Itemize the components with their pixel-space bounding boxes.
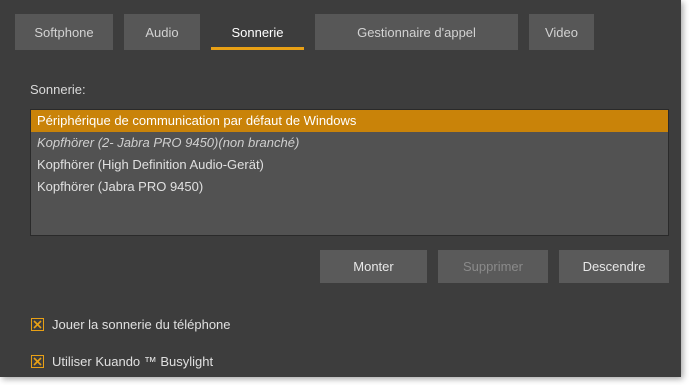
checkmark-icon (33, 357, 42, 366)
tab-label: Sonnerie (231, 24, 284, 40)
tab-label: Video (544, 24, 578, 40)
move-up-button[interactable]: Monter (320, 250, 427, 283)
tab-label: Gestionnaire d'appel (357, 24, 476, 40)
list-item[interactable]: Kopfhörer (2- Jabra PRO 9450)(non branch… (31, 132, 668, 154)
tab-sonnerie[interactable]: Sonnerie (211, 14, 304, 50)
tab-audio[interactable]: Audio (124, 14, 200, 50)
tab-softphone[interactable]: Softphone (15, 14, 113, 50)
tab-label: Audio (145, 24, 179, 40)
list-item[interactable]: Kopfhörer (Jabra PRO 9450) (31, 176, 668, 198)
busylight-label: Utiliser Kuando ™ Busylight (52, 354, 214, 369)
busylight-checkbox[interactable] (31, 355, 44, 368)
play-ring-checkbox[interactable] (31, 318, 44, 331)
list-item[interactable]: Périphérique de communication par défaut… (31, 110, 668, 132)
ringtone-device-list[interactable]: Périphérique de communication par défaut… (30, 109, 669, 236)
list-item[interactable]: Kopfhörer (High Definition Audio-Gerät) (31, 154, 668, 176)
play-ring-label: Jouer la sonnerie du téléphone (52, 317, 231, 332)
checkmark-icon (33, 320, 42, 329)
tab-call-manager[interactable]: Gestionnaire d'appel (315, 14, 518, 50)
tab-label: Softphone (34, 24, 94, 40)
tab-bar: Softphone Audio Sonnerie Gestionnaire d'… (0, 0, 681, 50)
delete-button[interactable]: Supprimer (438, 250, 548, 283)
tab-video[interactable]: Video (529, 14, 594, 50)
busylight-option[interactable]: Utiliser Kuando ™ Busylight (31, 354, 213, 369)
play-ring-option[interactable]: Jouer la sonnerie du téléphone (31, 317, 231, 332)
settings-window: Softphone Audio Sonnerie Gestionnaire d'… (0, 0, 681, 377)
move-down-button[interactable]: Descendre (559, 250, 669, 283)
ringtone-label: Sonnerie: (30, 82, 86, 97)
